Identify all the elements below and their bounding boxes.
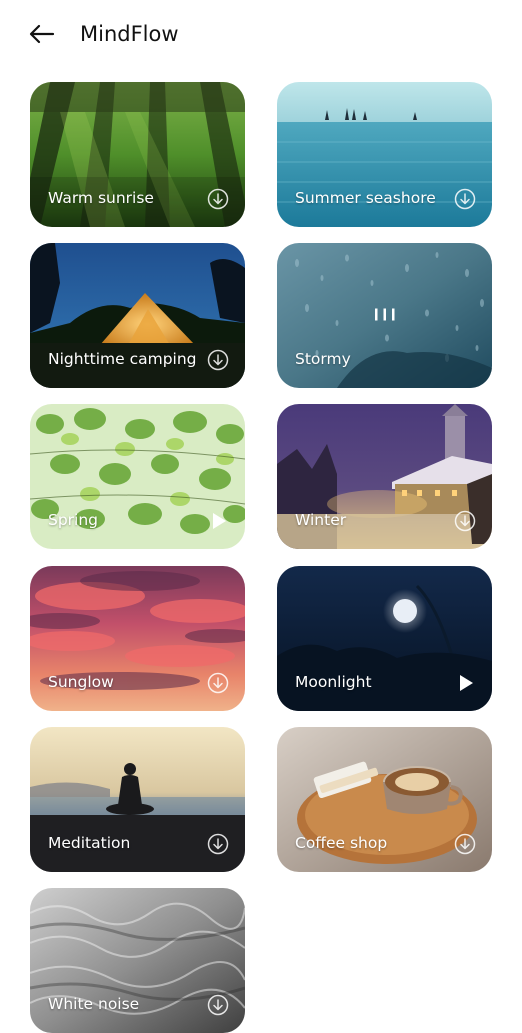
download-circle-icon (454, 833, 476, 855)
card-label: Sunglow (48, 673, 114, 691)
card-summer-seashore[interactable]: Summer seashore (277, 82, 492, 227)
card-label: Moonlight (295, 673, 372, 691)
card-warm-sunrise[interactable]: Warm sunrise (30, 82, 245, 227)
card-spring[interactable]: Spring (30, 404, 245, 549)
card-label: Coffee shop (295, 834, 388, 852)
card-label: Stormy (295, 350, 351, 368)
card-label: Nighttime camping (48, 350, 197, 368)
card-sunglow[interactable]: Sunglow (30, 566, 245, 711)
card-label: White noise (48, 995, 140, 1013)
back-button[interactable] (26, 18, 58, 50)
download-button[interactable] (207, 349, 229, 371)
play-icon (460, 675, 473, 691)
download-button[interactable] (454, 833, 476, 855)
download-button[interactable] (454, 188, 476, 210)
download-button[interactable] (207, 672, 229, 694)
play-icon (213, 513, 226, 529)
card-label: Winter (295, 511, 347, 529)
download-circle-icon (207, 833, 229, 855)
download-button[interactable] (207, 188, 229, 210)
app-header: MindFlow (0, 0, 522, 68)
card-meditation[interactable]: Meditation (30, 727, 245, 872)
download-circle-icon (207, 672, 229, 694)
card-label: Meditation (48, 834, 131, 852)
play-button[interactable] (207, 510, 229, 532)
card-nighttime-camping[interactable]: Nighttime camping (30, 243, 245, 388)
card-label: Warm sunrise (48, 189, 154, 207)
download-button[interactable] (207, 833, 229, 855)
download-button[interactable] (207, 994, 229, 1016)
card-label: Spring (48, 511, 99, 529)
card-coffee-shop[interactable]: Coffee shop (277, 727, 492, 872)
page-title: MindFlow (80, 22, 179, 46)
download-circle-icon (207, 994, 229, 1016)
playing-indicator[interactable] (373, 306, 397, 325)
download-circle-icon (454, 188, 476, 210)
card-label: Summer seashore (295, 189, 436, 207)
card-white-noise[interactable]: White noise (30, 888, 245, 1033)
play-button[interactable] (454, 672, 476, 694)
download-circle-icon (454, 510, 476, 532)
card-moonlight[interactable]: Moonlight (277, 566, 492, 711)
download-button[interactable] (454, 510, 476, 532)
download-circle-icon (207, 349, 229, 371)
pause-bars-icon (374, 308, 394, 320)
card-winter[interactable]: Winter (277, 404, 492, 549)
download-circle-icon (207, 188, 229, 210)
arrow-left-icon (29, 24, 55, 44)
card-stormy[interactable]: Stormy (277, 243, 492, 388)
